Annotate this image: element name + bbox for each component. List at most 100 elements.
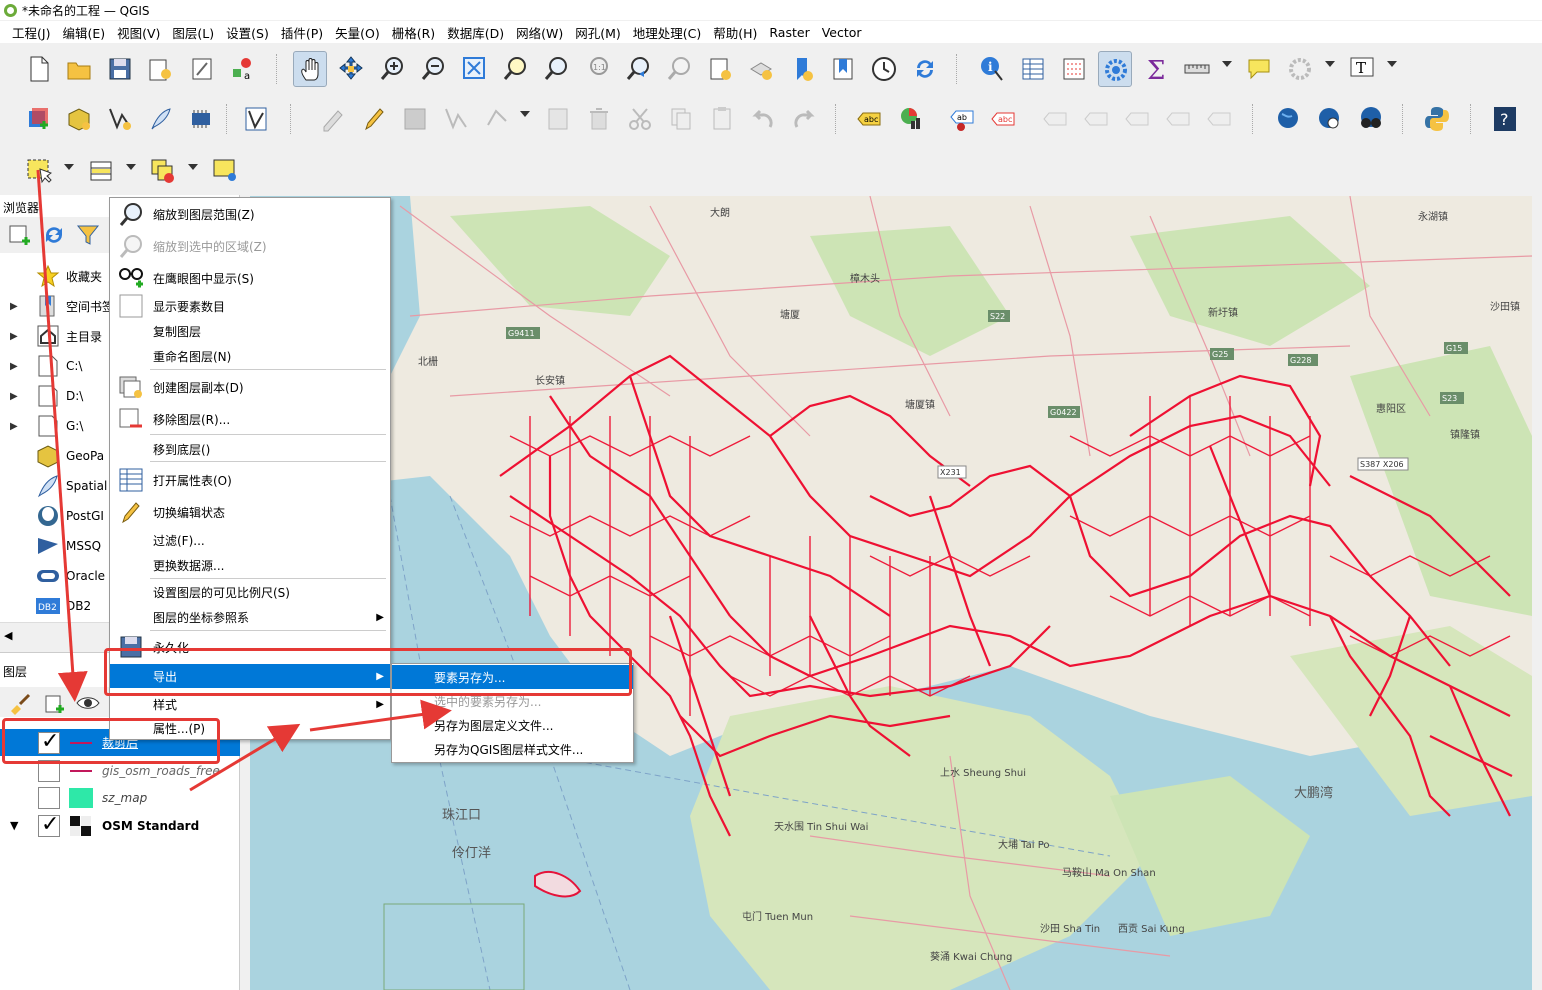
menu-vector-plugin[interactable]: Vector (816, 25, 868, 40)
zoom-to-layer-button[interactable] (539, 51, 573, 87)
menu-mesh[interactable]: 网孔(M) (569, 23, 627, 42)
osm-search-button[interactable] (1354, 101, 1388, 137)
pan-to-selection-button[interactable] (334, 51, 368, 87)
highlight-labels-button[interactable]: abc (986, 101, 1020, 137)
menu-settings[interactable]: 设置(S) (220, 23, 275, 42)
move-label-button[interactable] (1038, 101, 1072, 137)
menu-layer[interactable]: 图层(L) (166, 23, 220, 42)
menu-set-scale-visibility[interactable]: 设置图层的可见比例尺(S) (110, 580, 390, 604)
options-gear-button[interactable] (1283, 51, 1317, 87)
deselect-dropdown-icon[interactable] (188, 164, 198, 170)
delete-selected-button[interactable] (582, 101, 616, 137)
zoom-native-button[interactable]: 1:1 (580, 51, 614, 87)
filter-icon[interactable] (76, 223, 100, 247)
show-hide-labels-button[interactable] (1079, 101, 1113, 137)
menu-filter[interactable]: 过滤(F)... (110, 528, 390, 552)
zoom-out-button[interactable] (416, 51, 450, 87)
vertex-dropdown-icon[interactable] (520, 111, 530, 117)
pin-labels-button[interactable]: ab (945, 101, 979, 137)
zoom-in-button[interactable] (375, 51, 409, 87)
eye-icon[interactable] (76, 691, 100, 715)
menu-web[interactable]: 网络(W) (510, 23, 569, 42)
measure-button[interactable] (1180, 51, 1214, 87)
menu-toggle-editing[interactable]: 切换编辑状态 (110, 500, 390, 524)
undo-button[interactable] (746, 101, 780, 137)
save-as-button[interactable] (143, 51, 177, 87)
current-edits-button[interactable] (316, 101, 350, 137)
expand-arrow-icon[interactable]: ▶ (10, 391, 24, 402)
open-project-button[interactable] (62, 51, 96, 87)
new-shapefile-button[interactable] (103, 101, 137, 137)
expand-arrow-icon[interactable]: ▶ (10, 361, 24, 372)
style-manager-button[interactable]: a (226, 51, 260, 87)
menu-raster-plugin[interactable]: Raster (763, 25, 815, 40)
select-value-dropdown-icon[interactable] (126, 164, 136, 170)
menu-copy-layer[interactable]: 复制图层 (110, 319, 390, 343)
annotation-dropdown-icon[interactable] (1387, 61, 1397, 67)
menu-view[interactable]: 视图(V) (111, 23, 166, 42)
processing-toolbox-button[interactable] (1098, 51, 1132, 87)
menu-open-attribute-table[interactable]: 打开属性表(O) (110, 468, 390, 492)
layer-row-sz-map[interactable]: sz_map (0, 784, 240, 811)
field-calculator-button[interactable] (1057, 51, 1091, 87)
layer-visibility-checkbox[interactable] (38, 812, 60, 837)
add-group-icon[interactable] (42, 691, 66, 715)
menu-layer-crs[interactable]: 图层的坐标参照系 ▶ (110, 605, 390, 629)
data-source-manager-button[interactable] (22, 101, 56, 137)
text-annotation-button[interactable]: T (1345, 51, 1379, 87)
add-feature-button[interactable] (439, 101, 473, 137)
zoom-next-button[interactable] (662, 51, 696, 87)
menu-processing[interactable]: 地理处理(C) (627, 23, 707, 42)
new-project-button[interactable] (22, 51, 56, 87)
gear-dropdown-icon[interactable] (1325, 61, 1335, 67)
map-canvas[interactable]: G9411 S22 G25 G228 G15 S23 X231 S387 X20… (250, 196, 1532, 990)
menu-edit[interactable]: 编辑(E) (56, 23, 111, 42)
identify-button[interactable]: i (975, 51, 1009, 87)
deselect-all-button[interactable] (146, 153, 180, 189)
layer-row-osm[interactable]: ▼ OSM Standard (0, 812, 240, 839)
menu-show-in-overview[interactable]: 在鹰眼图中显示(S) (110, 266, 390, 290)
menu-project[interactable]: 工程(J) (6, 23, 56, 42)
new-spatialite-button[interactable] (144, 101, 178, 137)
menu-plugins[interactable]: 插件(P) (275, 23, 329, 42)
metasearch-button[interactable] (1272, 101, 1306, 137)
menu-duplicate-layer[interactable]: 创建图层副本(D) (110, 375, 390, 399)
print-layout-button[interactable] (185, 51, 219, 87)
select-dropdown-icon[interactable] (64, 164, 74, 170)
expand-arrow-icon[interactable]: ▶ (10, 331, 24, 342)
edit-label-button[interactable] (1202, 101, 1236, 137)
diagram-button[interactable] (893, 101, 927, 137)
menu-help[interactable]: 帮助(H) (707, 23, 763, 42)
redo-button[interactable] (787, 101, 821, 137)
expand-arrow-icon[interactable]: ▶ (10, 421, 24, 432)
expand-arrow-icon[interactable]: ▶ (10, 301, 24, 312)
menu-zoom-to-layer[interactable]: 缩放到图层范围(Z) (110, 202, 390, 226)
toggle-editing-button[interactable] (357, 101, 391, 137)
menu-remove-layer[interactable]: 移除图层(R)... (110, 407, 390, 431)
save-edits-button[interactable] (398, 101, 432, 137)
scroll-left-icon[interactable]: ◀ (4, 629, 12, 642)
style-brush-icon[interactable] (8, 691, 32, 715)
attribute-table-button[interactable] (1016, 51, 1050, 87)
select-by-value-button[interactable] (84, 153, 118, 189)
copy-features-button[interactable] (664, 101, 698, 137)
new-geopackage-button[interactable] (62, 101, 96, 137)
add-layer-icon[interactable] (8, 223, 32, 247)
menu-vector[interactable]: 矢量(O) (329, 23, 386, 42)
menu-database[interactable]: 数据库(D) (441, 23, 510, 42)
zoom-to-selection-button[interactable] (498, 51, 532, 87)
layer-visibility-checkbox[interactable] (38, 786, 60, 809)
menu-move-to-bottom[interactable]: 移到底层() (110, 437, 390, 461)
ogc-search-button[interactable] (1313, 101, 1347, 137)
map-tips-button[interactable] (1242, 51, 1276, 87)
help-button[interactable]: ? (1488, 101, 1522, 137)
new-map-view-button[interactable] (703, 51, 737, 87)
zoom-full-button[interactable] (457, 51, 491, 87)
new-bookmark-button[interactable] (785, 51, 819, 87)
python-console-button[interactable] (1420, 101, 1454, 137)
statistical-summary-button[interactable]: Σ (1139, 51, 1173, 87)
layer-labeling-button[interactable]: abc (852, 101, 886, 137)
menu-show-feature-count[interactable]: 显示要素数目 (110, 294, 390, 318)
menu-zoom-to-selection[interactable]: 缩放到选中的区域(Z) (110, 234, 390, 258)
menu-save-layer-definition[interactable]: 另存为图层定义文件... (392, 713, 633, 737)
